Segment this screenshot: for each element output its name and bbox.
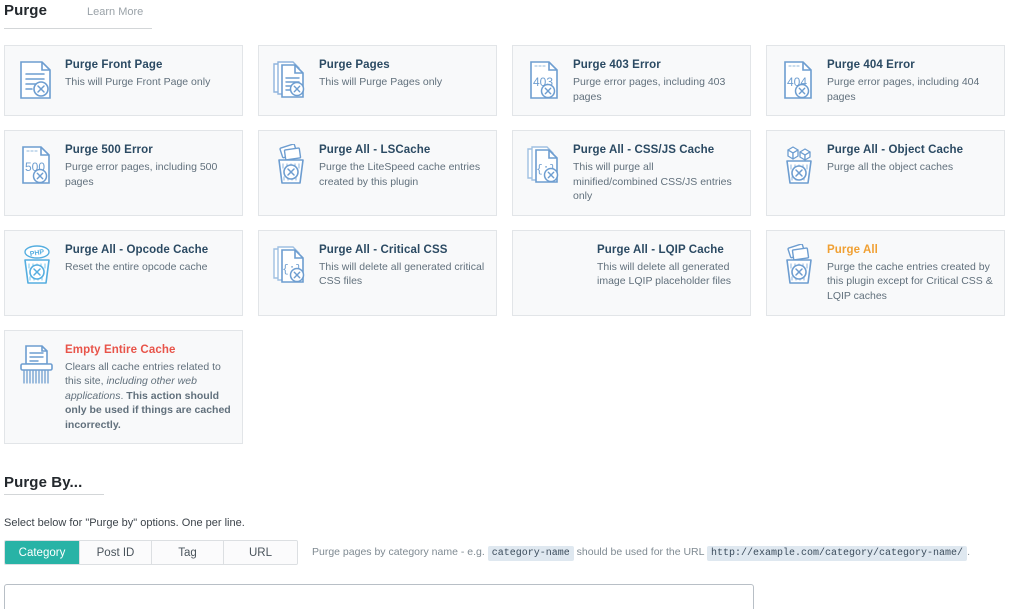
card-text: Purge All - LQIP Cache This will delete … — [597, 242, 740, 289]
purge-by-section: Purge By... Select below for "Purge by" … — [4, 474, 1020, 609]
card-description: This will Purge Front Page only — [65, 76, 211, 88]
purge-all-cssjs-cache-card[interactable]: {;} Purge All - CSS/JS Cache This will p… — [512, 130, 751, 216]
card-title: Purge 500 Error — [65, 144, 153, 156]
purge-by-title: Purge By... — [4, 474, 83, 491]
page-title: Purge — [4, 2, 48, 19]
pages-purge-icon — [271, 59, 309, 101]
card-text: Purge All - LSCache Purge the LiteSpeed … — [319, 142, 486, 189]
tab-category[interactable]: Category — [5, 541, 80, 564]
trash-pages-icon — [271, 144, 309, 186]
purge-settings-page: Purge Learn More Purge Front Page This w… — [0, 0, 1024, 609]
card-title: Purge All — [827, 243, 878, 256]
trash-pages-icon — [779, 243, 817, 286]
learn-more-link[interactable]: Learn More — [87, 6, 143, 18]
purge-all-opcode-cache-card[interactable]: PHP Purge All - Opcode Cache Reset the e… — [4, 229, 243, 316]
purge-by-divider — [4, 494, 104, 495]
card-text: Purge All Purge the cache entries create… — [827, 242, 994, 304]
card-text: Purge All - CSS/JS Cache This will purge… — [573, 142, 740, 204]
card-title: Purge All - LSCache — [319, 144, 431, 156]
error-404-page-icon: 404 — [779, 59, 817, 101]
purge-all-lqip-cache-card[interactable]: Purge All - LQIP Cache This will delete … — [512, 229, 751, 316]
purge-pages-card[interactable]: Purge Pages This will Purge Pages only — [258, 45, 497, 116]
card-text: Purge Pages This will Purge Pages only — [319, 57, 486, 90]
error-500-page-icon: 500 — [17, 144, 55, 186]
purge-500-error-card[interactable]: 500 Purge 500 Error Purge error pages, i… — [4, 130, 243, 216]
error-403-page-icon: 403 — [525, 59, 563, 101]
card-text: Purge 404 Error Purge error pages, inclu… — [827, 57, 994, 104]
trash-objects-icon — [779, 144, 817, 186]
card-title: Purge Pages — [319, 59, 390, 71]
card-title: Purge All - CSS/JS Cache — [573, 144, 715, 156]
page-purge-icon — [17, 59, 55, 101]
card-text: Purge All - Critical CSS This will delet… — [319, 242, 486, 289]
purge-all-card[interactable]: Purge All Purge the cache entries create… — [766, 229, 1005, 316]
trash-php-icon: PHP — [17, 244, 55, 286]
card-description: This will delete all generated image LQI… — [597, 260, 732, 288]
card-text: Empty Entire Cache Clears all cache entr… — [65, 342, 232, 433]
purge-card-grid: Purge Front Page This will Purge Front P… — [4, 45, 1020, 444]
purge-all-critical-css-card[interactable]: {;} Purge All - Critical CSS This will d… — [258, 229, 497, 316]
card-title: Purge All - Object Cache — [827, 144, 964, 156]
empty-entire-cache-card[interactable]: Empty Entire Cache Clears all cache entr… — [4, 329, 243, 444]
css-js-pages-icon: {;} — [271, 244, 309, 286]
card-title: Empty Entire Cache — [65, 343, 176, 356]
purge-front-page-card[interactable]: Purge Front Page This will Purge Front P… — [4, 45, 243, 116]
section-header: Purge Learn More — [4, 0, 1020, 26]
hint-prefix: Purge pages by category name - e.g. — [312, 546, 485, 558]
purge-404-error-card[interactable]: 404 Purge 404 Error Purge error pages, i… — [766, 45, 1005, 116]
card-title: Purge All - LQIP Cache — [597, 243, 724, 256]
card-description: This will Purge Pages only — [319, 76, 443, 88]
empty-icon-slot — [525, 244, 587, 286]
purge-by-instruction: Select below for "Purge by" options. One… — [4, 517, 245, 529]
hint-middle: should be used for the URL — [576, 546, 705, 558]
purge-403-error-card[interactable]: 403 Purge 403 Error Purge error pages, i… — [512, 45, 751, 116]
card-description: This will delete all generated critical … — [319, 260, 485, 288]
card-description: Purge the cache entries created by this … — [827, 260, 993, 302]
card-text: Purge 403 Error Purge error pages, inclu… — [573, 57, 740, 104]
purge-by-tabs-row: Category Post ID Tag URL Purge pages by … — [4, 540, 1020, 565]
purge-all-object-cache-card[interactable]: Purge All - Object Cache Purge all the o… — [766, 130, 1005, 216]
purge-all-lscache-card[interactable]: Purge All - LSCache Purge the LiteSpeed … — [258, 130, 497, 216]
card-description: This will purge all minified/combined CS… — [573, 161, 732, 202]
card-text: Purge All - Object Cache Purge all the o… — [827, 142, 994, 175]
card-description: Purge error pages, including 403 pages — [573, 76, 726, 103]
card-description: Purge all the object caches — [827, 161, 954, 173]
card-title: Purge All - Critical CSS — [319, 243, 448, 256]
header-divider — [4, 28, 152, 29]
card-text: Purge All - Opcode Cache Reset the entir… — [65, 242, 232, 275]
purge-by-textarea[interactable] — [4, 584, 754, 609]
purge-by-hint: Purge pages by category name - e.g. cate… — [312, 546, 970, 561]
css-js-pages-icon: {;} — [525, 144, 563, 186]
card-title: Purge 404 Error — [827, 59, 915, 71]
card-text: Purge 500 Error Purge error pages, inclu… — [65, 142, 232, 189]
card-title: Purge 403 Error — [573, 59, 661, 71]
card-description: Reset the entire opcode cache — [65, 260, 208, 273]
hint-code-url: http://example.com/category/category-nam… — [707, 546, 968, 561]
card-text: Purge Front Page This will Purge Front P… — [65, 57, 232, 90]
tab-post-id[interactable]: Post ID — [80, 541, 152, 564]
card-description: Purge error pages, including 404 pages — [827, 76, 980, 103]
card-title: Purge All - Opcode Cache — [65, 243, 209, 256]
card-description: Purge the LiteSpeed cache entries create… — [319, 161, 481, 188]
purge-by-tabs: Category Post ID Tag URL — [4, 540, 298, 565]
card-description: Purge error pages, including 500 pages — [65, 161, 218, 188]
tab-url[interactable]: URL — [224, 541, 297, 564]
hint-suffix: . — [967, 546, 970, 558]
card-title: Purge Front Page — [65, 59, 163, 71]
card-description: Clears all cache entries related to this… — [65, 360, 232, 433]
hint-code-category: category-name — [487, 546, 574, 561]
shredder-icon — [17, 344, 55, 386]
tab-tag[interactable]: Tag — [152, 541, 224, 564]
